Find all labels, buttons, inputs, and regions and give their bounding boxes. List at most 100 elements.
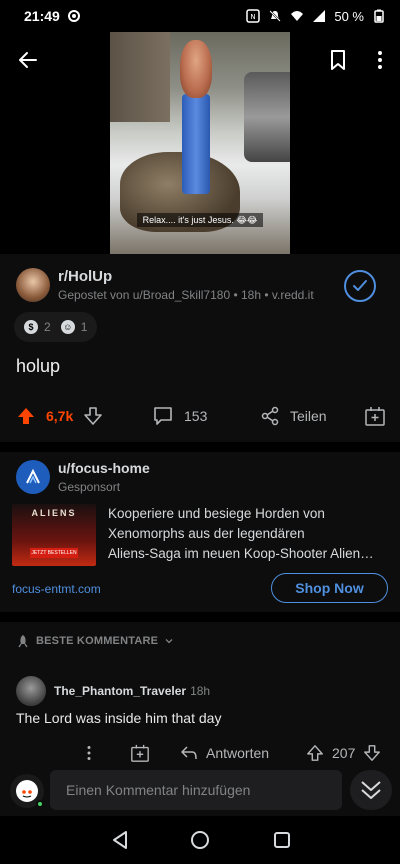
wifi-icon bbox=[291, 11, 304, 21]
ad-body-line: Kooperiere und besiege Horden von bbox=[108, 506, 325, 521]
video-frame-shed bbox=[110, 32, 170, 122]
reply-label: Antworten bbox=[206, 745, 270, 761]
wholesome-award-icon: ☺ bbox=[60, 320, 75, 334]
video-player[interactable]: Relax.... it's just Jesus. 😂😂 bbox=[110, 32, 290, 254]
reply-button[interactable]: Antworten bbox=[180, 738, 269, 768]
ad-thumbnail[interactable]: ALIENS JETZT BESTELLEN bbox=[12, 504, 96, 566]
comment-vote-group: 207 bbox=[306, 738, 381, 768]
checkmark-icon bbox=[353, 280, 367, 291]
save-button[interactable] bbox=[320, 42, 356, 78]
comment-sort-label: BESTE KOMMENTARE bbox=[36, 635, 159, 647]
silver-award-icon: $ bbox=[24, 320, 38, 334]
comment-composer bbox=[0, 768, 400, 816]
screen-record-icon bbox=[67, 10, 80, 22]
post-vote-count: 6,7k bbox=[46, 408, 74, 424]
status-bar: 21:49 N 50 % bbox=[0, 0, 400, 32]
promoted-post[interactable]: u/focus-home Gesponsort ALIENS JETZT BES… bbox=[0, 452, 400, 612]
gift-icon bbox=[131, 744, 149, 762]
comment-age: 18h bbox=[190, 684, 211, 698]
back-button[interactable] bbox=[10, 42, 46, 78]
commenter-avatar[interactable] bbox=[16, 676, 46, 706]
bookmark-icon bbox=[331, 50, 345, 70]
snoo-avatar-icon bbox=[16, 780, 38, 802]
signal-icon bbox=[313, 10, 326, 22]
comment-more-button[interactable] bbox=[86, 738, 92, 768]
status-time: 21:49 bbox=[24, 8, 60, 24]
ad-thumbnail-logo: ALIENS bbox=[31, 508, 77, 518]
double-chevron-down-icon bbox=[361, 781, 381, 799]
battery-icon bbox=[374, 9, 384, 23]
video-frame-truck bbox=[244, 72, 290, 162]
collapse-comments-button[interactable] bbox=[350, 770, 392, 810]
post-title: holup bbox=[16, 356, 61, 376]
award-count: 1 bbox=[80, 320, 88, 334]
vote-group: 6,7k bbox=[16, 398, 103, 434]
share-label: Teilen bbox=[290, 408, 327, 424]
downvote-icon[interactable] bbox=[363, 744, 381, 762]
system-navigation-bar bbox=[0, 816, 400, 864]
ad-domain-link[interactable]: focus-entmt.com bbox=[12, 582, 101, 596]
comment-body: The Lord was inside him that day bbox=[16, 710, 222, 726]
chevron-down-icon bbox=[165, 639, 173, 644]
video-frame-pez-head bbox=[180, 40, 212, 98]
battery-percent: 50 % bbox=[334, 8, 364, 24]
nav-home-button[interactable] bbox=[186, 826, 214, 854]
ad-body-line: Aliens-Saga im neuen Koop-Shooter Alien… bbox=[108, 546, 374, 561]
post-media: Relax.... it's just Jesus. 😂😂 bbox=[0, 32, 400, 254]
comment-vote-count: 207 bbox=[332, 745, 356, 761]
comment-actions: Antworten 207 bbox=[0, 738, 400, 768]
video-caption-text: Relax.... it's just Jesus. 😂😂 bbox=[136, 213, 264, 227]
rocket-icon bbox=[18, 635, 28, 648]
post-meta: Gepostet von u/Broad_Skill7180 • 18h • v… bbox=[58, 288, 314, 302]
comment-award-button[interactable] bbox=[130, 738, 150, 768]
comment-sort-button[interactable]: BESTE KOMMENTARE bbox=[16, 634, 174, 648]
upvote-icon[interactable] bbox=[306, 744, 324, 762]
triangle-back-icon bbox=[113, 831, 127, 849]
subreddit-avatar[interactable] bbox=[16, 268, 50, 302]
focus-logo-icon bbox=[26, 468, 40, 484]
shop-now-button[interactable]: Shop Now bbox=[271, 573, 388, 603]
comment-author-name: The_Phantom_Traveler bbox=[54, 684, 187, 698]
comment-author[interactable]: The_Phantom_Traveler 18h bbox=[54, 684, 210, 698]
awards-pill[interactable]: $ 2 ☺ 1 bbox=[14, 312, 98, 342]
muted-bell-icon bbox=[269, 10, 282, 22]
comment-input[interactable] bbox=[50, 770, 342, 810]
post-comment-count: 153 bbox=[184, 408, 208, 424]
video-frame-pez-body bbox=[182, 94, 210, 194]
nfc-icon: N bbox=[246, 9, 261, 23]
arrow-left-icon bbox=[19, 52, 37, 68]
advertiser-name[interactable]: u/focus-home bbox=[58, 460, 150, 476]
joined-button[interactable] bbox=[344, 270, 376, 302]
comments-button[interactable]: 153 bbox=[152, 398, 207, 434]
subreddit-name[interactable]: r/HolUp bbox=[58, 268, 112, 285]
online-indicator bbox=[36, 800, 44, 808]
award-button[interactable] bbox=[364, 398, 386, 434]
comment-bubble-icon bbox=[154, 407, 172, 425]
share-icon bbox=[261, 406, 279, 426]
downvote-icon[interactable] bbox=[83, 406, 103, 426]
post-actions: 6,7k 153 Teilen bbox=[0, 398, 400, 434]
nav-recents-button[interactable] bbox=[268, 826, 296, 854]
nav-back-button[interactable] bbox=[106, 826, 134, 854]
post-card: r/HolUp Gepostet von u/Broad_Skill7180 •… bbox=[0, 254, 400, 442]
sponsored-label: Gesponsort bbox=[58, 480, 121, 494]
status-icons: N 50 % bbox=[246, 9, 386, 24]
upvote-icon[interactable] bbox=[16, 406, 36, 426]
user-avatar[interactable] bbox=[10, 774, 44, 808]
ad-body: Kooperiere und besiege Horden von Xenomo… bbox=[108, 504, 390, 564]
share-button[interactable]: Teilen bbox=[260, 398, 327, 434]
ad-thumbnail-badge: JETZT BESTELLEN bbox=[30, 548, 78, 558]
snoo-face-icon bbox=[22, 790, 32, 798]
video-caption: Relax.... it's just Jesus. 😂😂 bbox=[110, 210, 290, 228]
more-vertical-icon bbox=[87, 746, 91, 760]
award-count: 2 bbox=[44, 320, 51, 334]
gift-icon bbox=[365, 407, 385, 426]
reply-icon bbox=[181, 746, 197, 760]
advertiser-avatar[interactable] bbox=[16, 460, 50, 494]
ad-body-line: Xenomorphs aus der legendären bbox=[108, 526, 305, 541]
square-recents-icon bbox=[274, 832, 290, 848]
more-vertical-icon bbox=[378, 51, 382, 69]
more-options-button[interactable] bbox=[362, 42, 398, 78]
circle-home-icon bbox=[191, 831, 209, 849]
comments-section: BESTE KOMMENTARE The_Phantom_Traveler 18h… bbox=[0, 622, 400, 770]
